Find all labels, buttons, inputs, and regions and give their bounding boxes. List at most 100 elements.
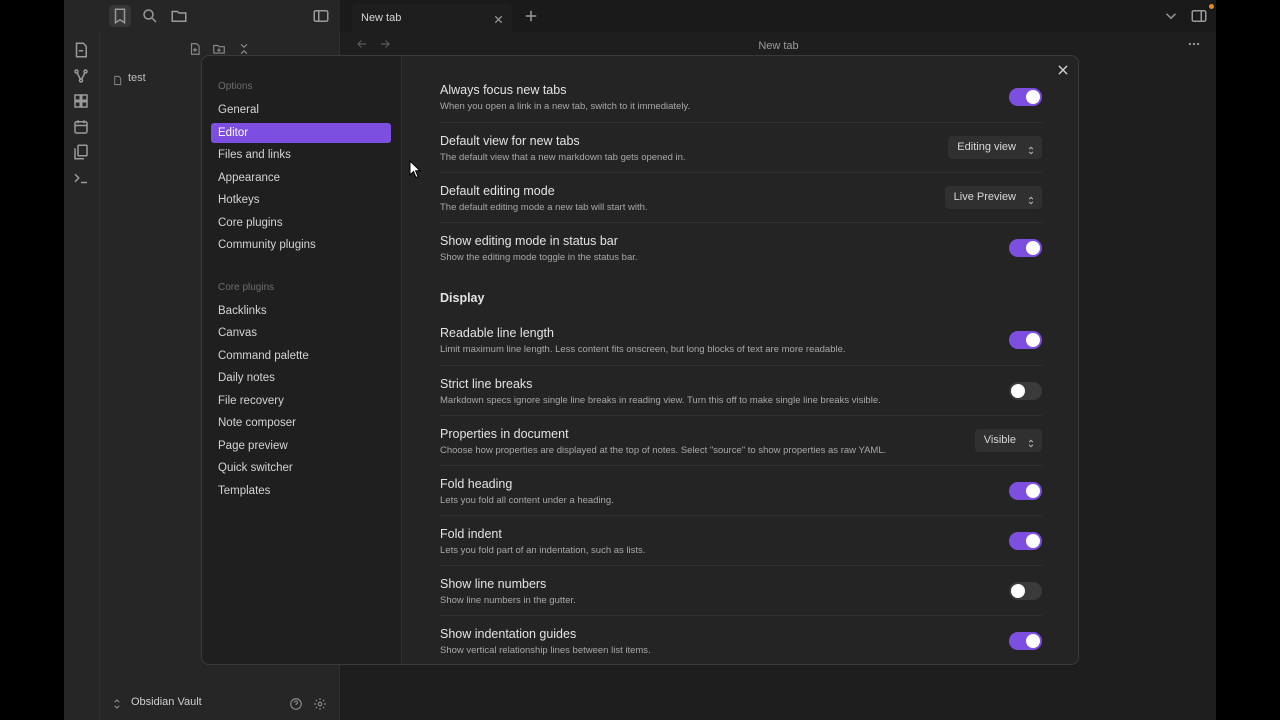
setting-name: Show indentation guides <box>440 627 577 641</box>
nav-item-editor[interactable]: Editor <box>211 123 391 143</box>
setting-default-editing-mode: Default editing mode The default editing… <box>440 172 1042 222</box>
bookmark-icon[interactable] <box>109 5 131 27</box>
nav-item-command-palette[interactable]: Command palette <box>211 346 391 366</box>
nav-item-general[interactable]: General <box>211 100 391 120</box>
nav-group-title: Core plugins <box>218 282 275 293</box>
more-options-icon[interactable] <box>1187 37 1201 51</box>
setting-strict-line-breaks: Strict line breaks Markdown specs ignore… <box>440 365 1042 415</box>
setting-name: Properties in document <box>440 427 569 441</box>
setting-readable-line-length: Readable line length Limit maximum line … <box>440 315 1042 365</box>
tab-new-tab[interactable]: New tab <box>352 4 512 32</box>
setting-description: Show the editing mode toggle in the stat… <box>440 252 638 263</box>
setting-description: The default editing mode a new tab will … <box>440 202 648 213</box>
search-icon[interactable] <box>141 7 159 25</box>
sidebar-toggle-icon[interactable] <box>312 7 330 25</box>
nav-item-daily-notes[interactable]: Daily notes <box>211 368 391 388</box>
canvas-icon[interactable] <box>72 92 90 110</box>
close-icon[interactable] <box>1056 63 1070 77</box>
toggle-knob <box>1026 534 1040 548</box>
toggle-switch[interactable] <box>1009 582 1042 600</box>
nav-item-appearance[interactable]: Appearance <box>211 168 391 188</box>
setting-fold-heading: Fold heading Lets you fold all content u… <box>440 465 1042 515</box>
nav-item-hotkeys[interactable]: Hotkeys <box>211 190 391 210</box>
dropdown-value: Editing view <box>957 141 1016 153</box>
toggle-switch[interactable] <box>1009 88 1042 106</box>
open-quick-switcher-icon[interactable] <box>72 41 90 59</box>
settings-content: Always focus new tabs When you open a li… <box>440 56 1042 664</box>
setting-name: Fold heading <box>440 477 513 491</box>
toggle-switch[interactable] <box>1009 382 1042 400</box>
help-icon[interactable] <box>289 697 303 711</box>
plus-icon[interactable] <box>522 7 540 25</box>
tab-bar: New tab <box>340 0 1216 32</box>
nav-item-community-plugins[interactable]: Community plugins <box>211 235 391 255</box>
nav-group-title: Options <box>218 81 253 92</box>
nav-item-file-recovery[interactable]: File recovery <box>211 391 391 411</box>
tab-title: New tab <box>361 12 402 24</box>
nav-item-canvas[interactable]: Canvas <box>211 323 391 343</box>
setting-always-focus-new-tabs: Always focus new tabs When you open a li… <box>440 72 1042 122</box>
nav-item-page-preview[interactable]: Page preview <box>211 436 391 456</box>
dropdown-select[interactable]: Visible <box>974 429 1042 452</box>
setting-fold-indent: Fold indent Lets you fold part of an ind… <box>440 515 1042 565</box>
toggle-switch[interactable] <box>1009 482 1042 500</box>
toggle-knob <box>1011 384 1025 398</box>
chevron-up-down-icon <box>1027 192 1035 205</box>
dropdown-select[interactable]: Editing view <box>948 136 1042 159</box>
toggle-switch[interactable] <box>1009 239 1042 257</box>
setting-description: The default view that a new markdown tab… <box>440 152 686 163</box>
nav-item-templates[interactable]: Templates <box>211 481 391 501</box>
new-note-icon[interactable] <box>188 42 202 56</box>
dropdown-value: Visible <box>983 434 1016 446</box>
vault-name[interactable]: Obsidian Vault <box>131 696 202 708</box>
ribbon <box>64 32 100 720</box>
setting-description: Show line numbers in the gutter. <box>440 595 576 606</box>
setting-description: Lets you fold all content under a headin… <box>440 495 614 506</box>
view-title: New tab <box>758 40 799 52</box>
terminal-icon[interactable] <box>72 169 90 187</box>
setting-name: Always focus new tabs <box>440 83 567 97</box>
toggle-knob <box>1026 634 1040 648</box>
nav-item-core-plugins[interactable]: Core plugins <box>211 213 391 233</box>
gear-icon[interactable] <box>313 697 327 711</box>
graph-view-icon[interactable] <box>72 67 90 85</box>
templates-icon[interactable] <box>72 143 90 161</box>
section-heading-display: Display <box>440 291 485 305</box>
right-sidebar-toggle-icon[interactable] <box>1190 7 1208 25</box>
setting-description: Choose how properties are displayed at t… <box>440 445 887 456</box>
vault-switcher[interactable]: Obsidian Vault <box>100 688 340 720</box>
chevron-down-icon[interactable] <box>1162 7 1180 25</box>
setting-name: Show editing mode in status bar <box>440 234 618 248</box>
nav-item-note-composer[interactable]: Note composer <box>211 413 391 433</box>
toggle-knob <box>1026 241 1040 255</box>
toggle-switch[interactable] <box>1009 331 1042 349</box>
folder-icon[interactable] <box>170 7 188 25</box>
nav-item-backlinks[interactable]: Backlinks <box>211 301 391 321</box>
setting-show-editing-mode-in-status-bar: Show editing mode in status bar Show the… <box>440 222 1042 272</box>
calendar-icon[interactable] <box>72 118 90 136</box>
toggle-switch[interactable] <box>1009 632 1042 650</box>
toggle-switch[interactable] <box>1009 532 1042 550</box>
file-item[interactable]: test <box>128 72 146 84</box>
new-folder-icon[interactable] <box>212 42 226 56</box>
setting-description: When you open a link in a new tab, switc… <box>440 101 691 112</box>
setting-name: Default editing mode <box>440 184 555 198</box>
setting-name: Readable line length <box>440 326 554 340</box>
toggle-knob <box>1026 484 1040 498</box>
setting-name: Show line numbers <box>440 577 547 591</box>
dropdown-select[interactable]: Live Preview <box>944 186 1042 209</box>
nav-item-quick-switcher[interactable]: Quick switcher <box>211 458 391 478</box>
setting-description: Markdown specs ignore single line breaks… <box>440 395 881 406</box>
nav-item-files-and-links[interactable]: Files and links <box>211 145 391 165</box>
mouse-cursor-icon <box>409 160 421 179</box>
close-icon[interactable] <box>493 12 504 24</box>
setting-name: Default view for new tabs <box>440 134 580 148</box>
collapse-all-icon[interactable] <box>237 42 251 56</box>
settings-modal: Options General Editor Files and links A… <box>201 55 1079 665</box>
setting-name: Strict line breaks <box>440 377 533 391</box>
setting-description: Limit maximum line length. Less content … <box>440 344 846 355</box>
setting-description: Show vertical relationship lines between… <box>440 645 651 656</box>
setting-show-line-numbers: Show line numbers Show line numbers in t… <box>440 565 1042 615</box>
setting-show-indentation-guides: Show indentation guides Show vertical re… <box>440 615 1042 664</box>
toggle-knob <box>1026 333 1040 347</box>
